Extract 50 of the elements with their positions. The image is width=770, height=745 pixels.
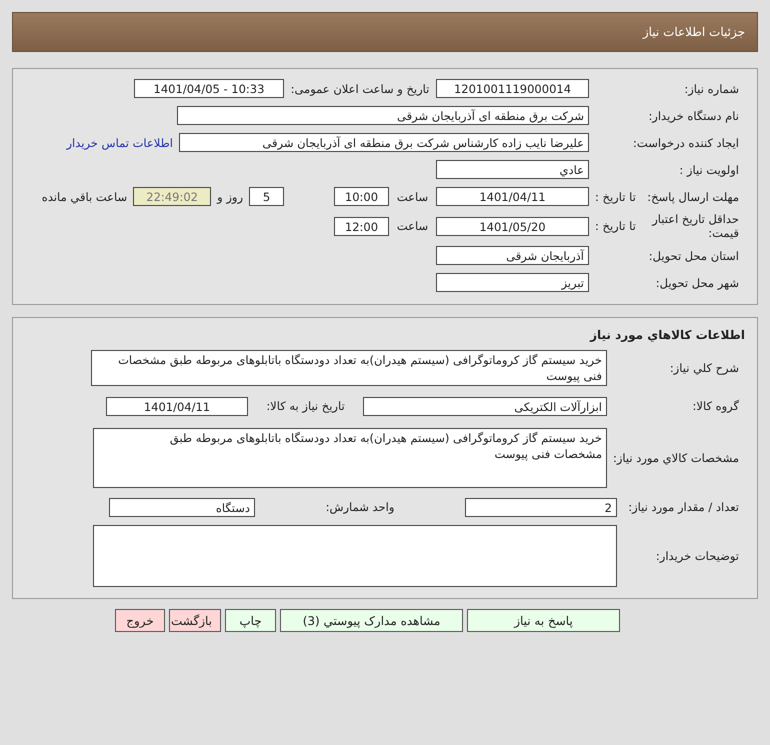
remaining-time-field[interactable]: 22:49:02 [133,187,212,206]
field-label: ایجاد کننده درخواست: [632,136,740,150]
field-label: مشخصات کالاي مورد نياز: [612,451,740,465]
validity-date-field[interactable]: 1401/05/20 [436,216,589,236]
province-field[interactable]: آذربایجان شرقی [436,246,589,265]
action-button[interactable]: چاپ [225,609,276,632]
field-label: تاریخ نیاز به کالا: [265,399,346,413]
announce-date-field[interactable]: 1401/04/05 - 10:33 [134,79,284,98]
action-button[interactable]: مشاهده مدارک پیوستي (3) [280,609,463,632]
time-label: ساعت [396,219,430,233]
unit-field[interactable]: دستگاه [109,498,255,516]
field-label: توضیحات خریدار: [654,549,740,563]
field-label: نام دستگاه خریدار: [647,108,740,122]
to-date-label: تا تاریخ : [595,190,636,204]
action-button[interactable]: بازگشت [169,609,221,632]
field-label: تعداد / مقدار مورد نیاز: [627,500,740,514]
deadline-date-field[interactable]: 1401/04/11 [436,187,589,206]
field-label: حداقل تاریخ اعتبار قیمت: [650,212,739,240]
section-title: اطلاعات كالاهاي مورد نیاز [588,327,746,344]
quantity-field[interactable]: 2 [465,498,617,516]
field-label: شهر محل تحویل: [654,276,740,290]
field-label: تاریخ و ساعت اعلان عمومی: [290,82,430,96]
field-label: واحد شمارش: [324,500,396,514]
remaining-label: ساعت باقي مانده [40,190,128,204]
goods-group-field[interactable]: ابزارآلات الکتریکی [363,396,607,416]
page-title: جزئیات اطلاعات نیاز [642,25,745,39]
days-field[interactable]: 5 [249,187,284,206]
action-button[interactable]: خروج [115,609,165,632]
field-label: مهلت ارسال پاسخ: [647,190,739,204]
buyer-notes-field[interactable] [93,525,617,587]
to-date-label: تا تاریخ : [595,219,636,233]
field-label: شماره نیاز: [683,82,740,96]
field-label: گروه کالا: [692,399,740,413]
spec-field[interactable]: خرید سیستم گاز کروماتوگرافی (سیستم هیدران)به تعداد دودستگاه باتابلوهای مربوطه طبق مشخصات فنی پیوست [93,428,607,488]
need-number-field[interactable]: 1201001119000014 [436,79,589,98]
time-label: ساعت [396,190,430,204]
need-date-field[interactable]: 1401/04/11 [106,396,248,416]
priority-field[interactable]: عادي [436,160,589,179]
city-field[interactable]: تبریز [436,273,589,292]
deadline-time-field[interactable]: 10:00 [334,187,389,206]
summary-field[interactable]: خرید سیستم گاز کروماتوگرافی (سیستم هیدران)به تعداد دودستگاه باتابلوهای مربوطه طبق مشخصات فنی پیوست [91,350,607,386]
buyer-field[interactable]: شرکت برق منطقه ای آذربایجان شرقی [177,106,589,125]
field-label: اولویت نیاز : [678,162,740,176]
field-label: شرح کلي نياز: [668,361,740,375]
action-button[interactable]: پاسخ به نیاز [467,609,620,632]
field-label: استان محل تحویل: [648,248,740,262]
contact-link[interactable]: اطلاعات تماس خریدار [66,136,173,150]
validity-time-field[interactable]: 12:00 [334,216,389,236]
days-label: روز و [216,190,244,204]
requester-field[interactable]: علیرضا نایب زاده کارشناس شرکت برق منطقه ای آذربایجان شرقی [179,133,589,152]
